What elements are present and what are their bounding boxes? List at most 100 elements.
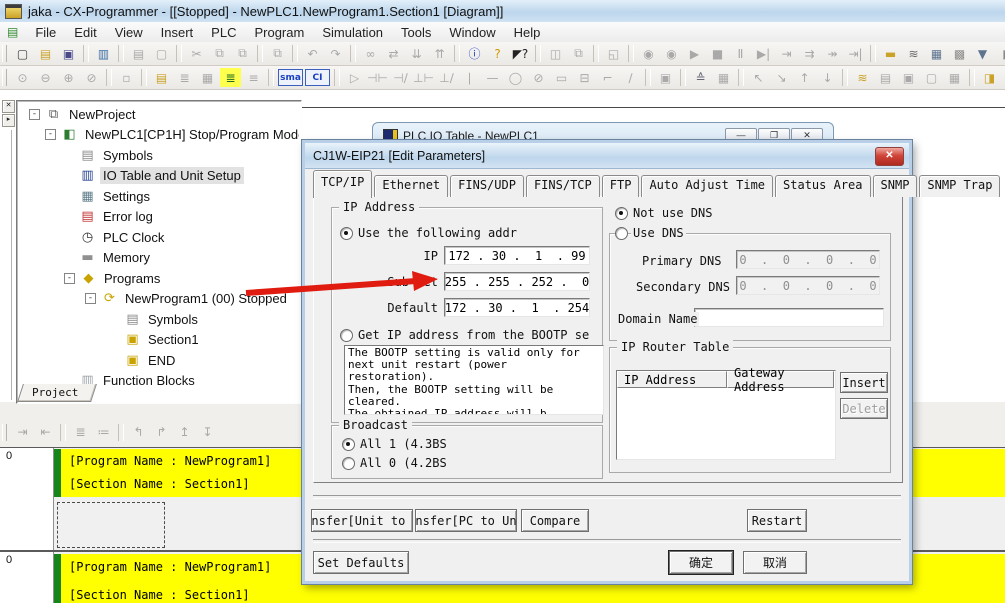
compile-icon[interactable]: ≙ — [690, 68, 711, 87]
tab-ethernet[interactable]: Ethernet — [374, 175, 448, 197]
tree-expand-icon[interactable]: - — [45, 129, 56, 140]
toolbar-handle[interactable] — [2, 424, 7, 441]
monitor-icon[interactable]: ◉ — [661, 44, 682, 63]
work-online-icon[interactable]: ◉ — [638, 44, 659, 63]
column-header-ip-address[interactable]: IP Address — [617, 371, 727, 388]
output-window-icon[interactable]: ◱ — [603, 44, 624, 63]
tree-item-symbols[interactable]: ▤Symbols — [19, 309, 299, 330]
align-list-icon[interactable]: ≣ — [70, 423, 91, 442]
bootp-radio[interactable] — [340, 329, 353, 342]
tree-item-newplc1-cp1h-stop-program-mode[interactable]: -◧NewPLC1[CP1H] Stop/Program Mode — [19, 125, 299, 146]
toolbar-handle[interactable] — [2, 45, 7, 62]
run-end-icon[interactable]: ⇥| — [845, 44, 866, 63]
grid-icon[interactable]: ▫ — [116, 68, 137, 87]
menu-insert[interactable]: Insert — [152, 23, 203, 42]
cut-icon[interactable]: ✂ — [186, 44, 207, 63]
menu-plc[interactable]: PLC — [202, 23, 245, 42]
vertical-line-icon[interactable]: ∣ — [459, 68, 480, 87]
outdent-icon[interactable]: ⇤ — [35, 423, 56, 442]
transfer-pc-to-unit-button[interactable]: ransfer[PC to Unit — [415, 509, 517, 532]
menu-file[interactable]: File — [26, 23, 65, 42]
address-tree-icon[interactable]: ≋ — [852, 68, 873, 87]
clear-value-icon[interactable]: ↘ — [771, 68, 792, 87]
paste-program-icon[interactable]: ⧉ — [267, 44, 288, 63]
insert-rung-below-icon[interactable]: ↱ — [151, 423, 172, 442]
find-address-icon[interactable]: ⇊ — [406, 44, 427, 63]
step-over-icon[interactable]: ⇉ — [799, 44, 820, 63]
tree-item-end[interactable]: ▣END — [19, 350, 299, 371]
ip-address-field[interactable]: 172 . 30 . 1 . 99 — [444, 246, 590, 265]
workspace-expand-button[interactable]: ▸ — [2, 114, 15, 127]
move-rung-up-icon[interactable]: ↥ — [174, 423, 195, 442]
pause-icon[interactable]: Ⅱ — [730, 44, 751, 63]
ok-button[interactable]: 确定 — [669, 551, 733, 574]
mnemonic-view-icon[interactable]: sma — [278, 69, 303, 86]
find-icon[interactable]: ∞ — [360, 44, 381, 63]
menu-view[interactable]: View — [106, 23, 152, 42]
paste-icon[interactable]: ⧉ — [232, 44, 253, 63]
secondary-dns-field[interactable]: 0 . 0 . 0 . 0 — [736, 276, 880, 295]
print-icon[interactable]: ▤ — [128, 44, 149, 63]
tree-item-section1[interactable]: ▣Section1 — [19, 330, 299, 351]
about-icon[interactable]: ⓘ — [464, 44, 485, 63]
horizontal-line-icon[interactable]: — — [482, 68, 503, 87]
broadcast-all0-radio[interactable] — [342, 457, 355, 470]
menu-program[interactable]: Program — [245, 23, 313, 42]
tree-item-newproject[interactable]: -⧉NewProject — [19, 104, 299, 125]
tree-item-function-blocks[interactable]: ▥Function Blocks — [19, 371, 299, 386]
ip-router-table[interactable]: IP Address Gateway Address — [616, 370, 836, 460]
ladder-selection-box[interactable] — [57, 502, 165, 548]
subnet-mask-field[interactable]: 255 . 255 . 252 . 0 — [444, 272, 590, 291]
plc-memory-toolbar-icon[interactable]: ▬ — [880, 44, 901, 63]
tab-snmp[interactable]: SNMP — [873, 175, 918, 197]
new-instruction-icon[interactable]: ▭ — [551, 68, 572, 87]
force-off-icon[interactable]: ↓ — [817, 68, 838, 87]
transfer-unit-to-pc-button[interactable]: ransfer[Unit to PC — [311, 509, 413, 532]
workspace-panel-icon[interactable]: ◨ — [979, 68, 1000, 87]
monitor-clear-icon[interactable]: ▢ — [921, 68, 942, 87]
monitor-window-icon[interactable]: ▦ — [926, 44, 947, 63]
show-comments-icon[interactable]: ≣ — [174, 68, 195, 87]
print-preview-icon[interactable]: ▢ — [151, 44, 172, 63]
symbol-bar-icon[interactable]: ≣ — [220, 68, 241, 87]
menu-window[interactable]: Window — [440, 23, 504, 42]
menu-simulation[interactable]: Simulation — [313, 23, 392, 42]
domain-name-field[interactable] — [694, 308, 884, 327]
monitor-hold-icon[interactable]: ▦ — [944, 68, 965, 87]
insert-rung-above-icon[interactable]: ↰ — [128, 423, 149, 442]
comment-icon[interactable]: ◗ — [995, 44, 1005, 63]
rung-annotation-icon[interactable]: ▦ — [197, 68, 218, 87]
use-dns-radio[interactable] — [615, 227, 628, 240]
force-on-icon[interactable]: ↑ — [794, 68, 815, 87]
set-defaults-button[interactable]: Set Defaults — [313, 551, 409, 574]
menu-tools[interactable]: Tools — [392, 23, 440, 42]
stop-icon[interactable]: ■ — [707, 44, 728, 63]
tree-expand-icon[interactable]: - — [29, 109, 40, 120]
program-check-icon[interactable]: ▣ — [655, 68, 676, 87]
tree-item-memory[interactable]: ▬Memory — [19, 248, 299, 269]
tree-expand-icon[interactable]: - — [64, 273, 75, 284]
redo-icon[interactable]: ↷ — [325, 44, 346, 63]
zoom-fit-icon[interactable]: ⊘ — [81, 68, 102, 87]
default-gateway-field[interactable]: 172 . 30 . 1 . 254 — [444, 298, 590, 317]
run-icon[interactable]: ▶ — [684, 44, 705, 63]
dialog-close-icon[interactable]: ✕ — [875, 147, 904, 166]
tab-ftp[interactable]: FTP — [602, 175, 640, 197]
use-following-address-radio[interactable] — [340, 227, 353, 240]
tree-item-newprogram1-00-stopped[interactable]: -⟳NewProgram1 (00) Stopped — [19, 289, 299, 310]
tab-fins-udp[interactable]: FINS/UDP — [450, 175, 524, 197]
step-in-icon[interactable]: ⇥ — [776, 44, 797, 63]
select-tool-icon[interactable]: ▷ — [344, 68, 365, 87]
save-icon[interactable]: ▣ — [58, 44, 79, 63]
new-coil-icon[interactable]: ◯ — [505, 68, 526, 87]
copy-icon[interactable]: ⧉ — [209, 44, 230, 63]
new-contact-icon[interactable]: ⊣⊢ — [367, 68, 388, 87]
tree-expand-icon[interactable]: - — [85, 293, 96, 304]
tab-status-area[interactable]: Status Area — [775, 175, 870, 197]
tree-item-settings[interactable]: ▦Settings — [19, 186, 299, 207]
tree-item-symbols[interactable]: ▤Symbols — [19, 145, 299, 166]
tab-snmp-trap[interactable]: SNMP Trap — [919, 175, 1000, 197]
undo-icon[interactable]: ↶ — [302, 44, 323, 63]
mesh-icon[interactable]: ▩ — [949, 44, 970, 63]
new-closed-coil-icon[interactable]: ⊘ — [528, 68, 549, 87]
